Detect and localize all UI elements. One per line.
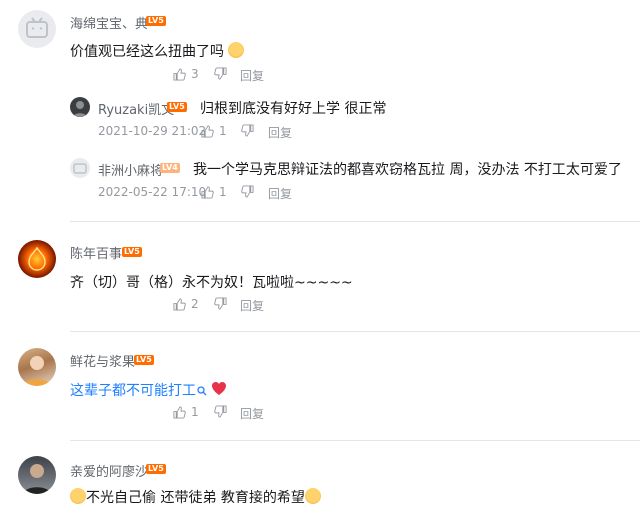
- like-button[interactable]: 1: [201, 124, 227, 138]
- divider: [70, 331, 640, 332]
- level-badge: LV4: [160, 163, 180, 173]
- heart-icon: [212, 382, 227, 395]
- dislike-button[interactable]: [214, 67, 227, 83]
- comment-link-text[interactable]: 这辈子都不可能打工: [70, 383, 196, 399]
- level-badge: LV5: [146, 16, 166, 26]
- like-button[interactable]: 3: [173, 67, 199, 81]
- reply-text: 归根到底没有好好上学 很正常: [200, 101, 387, 117]
- emoji-icon: [304, 488, 321, 504]
- thumbs-down-icon: [214, 297, 227, 310]
- avatar[interactable]: [18, 240, 56, 278]
- emoji-icon: [228, 42, 245, 58]
- level-badge: LV5: [146, 464, 166, 474]
- comment-text: 价值观已经这么扭曲了吗: [70, 41, 245, 61]
- like-count: 1: [219, 124, 227, 138]
- search-icon[interactable]: [197, 386, 207, 396]
- dislike-button[interactable]: [241, 185, 254, 201]
- divider: [70, 440, 640, 441]
- like-count: 1: [191, 405, 199, 419]
- reply-time: 2021-10-29 21:02: [98, 124, 207, 138]
- level-badge: LV5: [122, 247, 142, 257]
- like-button[interactable]: 1: [201, 185, 227, 199]
- avatar[interactable]: [70, 158, 90, 178]
- reply-button[interactable]: 回复: [240, 297, 264, 314]
- user-avatar-icon: [73, 101, 87, 117]
- dislike-button[interactable]: [214, 297, 227, 313]
- reply-button[interactable]: 回复: [240, 67, 264, 84]
- reply-text: 我一个学马克思辩证法的都喜欢窃格瓦拉 周，没办法 不打工太可爱了: [193, 162, 622, 178]
- like-button[interactable]: 2: [173, 297, 199, 311]
- tv-mascot-icon: [26, 17, 48, 38]
- emoji-icon: [70, 488, 86, 504]
- reply-time: 2022-05-22 17:10: [98, 185, 207, 199]
- level-badge: LV5: [134, 355, 154, 365]
- user-photo-icon: [23, 464, 51, 494]
- username[interactable]: 亲爱的阿廖沙: [70, 461, 148, 480]
- thumbs-up-icon: [201, 124, 214, 138]
- avatar[interactable]: [18, 10, 56, 48]
- thumbs-up-icon: [173, 405, 186, 419]
- thumbs-down-icon: [214, 67, 227, 80]
- phoenix-icon: [28, 246, 46, 271]
- username[interactable]: 鲜花与浆果: [70, 351, 135, 370]
- like-button[interactable]: 1: [173, 405, 199, 419]
- comment-text: 这辈子都不可能打工: [70, 380, 227, 400]
- avatar[interactable]: [70, 97, 90, 117]
- like-count: 1: [219, 185, 227, 199]
- divider: [70, 221, 640, 222]
- thumbs-up-icon: [173, 297, 186, 311]
- avatar[interactable]: [18, 348, 56, 386]
- user-photo-icon: [23, 356, 51, 386]
- like-count: 3: [191, 67, 199, 81]
- like-count: 2: [191, 297, 199, 311]
- comment-text: 不光自己偷 还带徒弟 教育接的希望: [70, 487, 321, 507]
- reply-button[interactable]: 回复: [268, 185, 292, 202]
- username[interactable]: 海绵宝宝、典: [70, 13, 148, 32]
- dislike-button[interactable]: [241, 124, 254, 140]
- reply-button[interactable]: 回复: [240, 405, 264, 422]
- thumbs-up-icon: [173, 67, 186, 81]
- dislike-button[interactable]: [214, 405, 227, 421]
- reply-button[interactable]: 回复: [268, 124, 292, 141]
- tv-mascot-icon: [73, 163, 87, 174]
- username[interactable]: 非洲小麻将: [98, 160, 163, 179]
- thumbs-down-icon: [241, 185, 254, 198]
- username[interactable]: Ryuzaki凯文: [98, 99, 174, 118]
- thumbs-down-icon: [241, 124, 254, 137]
- avatar[interactable]: [18, 456, 56, 494]
- thumbs-up-icon: [201, 185, 214, 199]
- level-badge: LV5: [167, 102, 187, 112]
- username[interactable]: 陈年百事: [70, 243, 122, 262]
- comment-text-content: 价值观已经这么扭曲了吗: [70, 44, 224, 60]
- comment-text: 齐（切）哥（格）永不为奴！瓦啦啦~~~~~: [70, 275, 353, 291]
- thumbs-down-icon: [214, 405, 227, 418]
